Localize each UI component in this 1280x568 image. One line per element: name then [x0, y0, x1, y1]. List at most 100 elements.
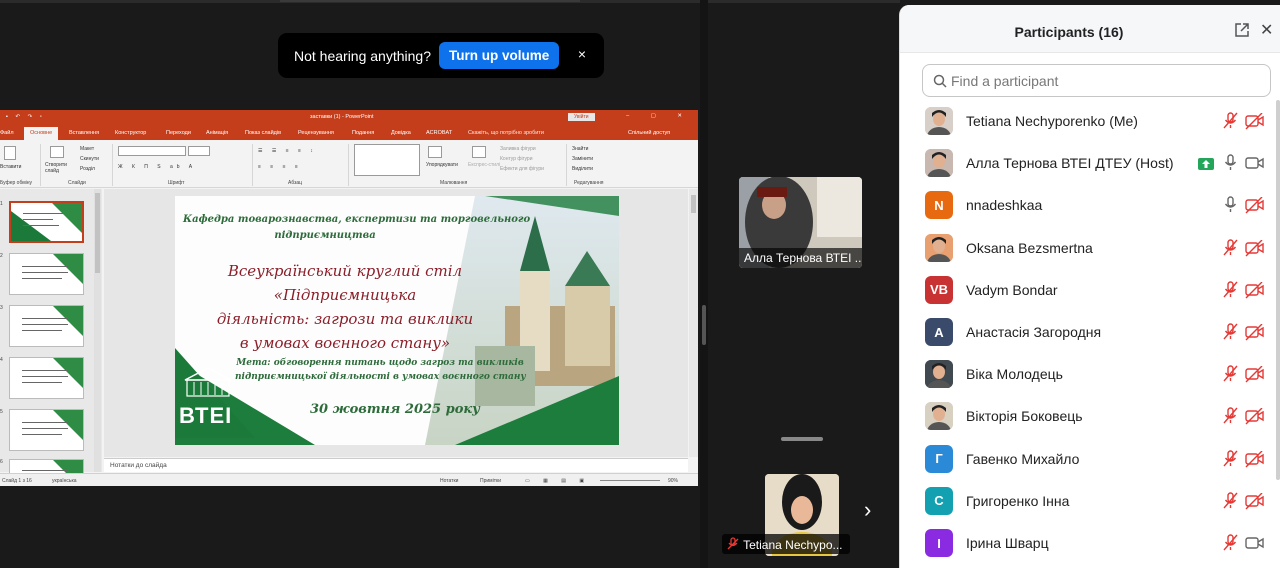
camera-off-icon[interactable] [1245, 239, 1264, 262]
slide-thumbnail-4[interactable] [9, 357, 84, 399]
participant-row[interactable]: Вікторія Боковець [900, 395, 1276, 437]
participant-row[interactable]: Віка Молодець [900, 353, 1276, 395]
slide-dept-line-1: Кафедра товарознавства, експертизи та то… [183, 214, 531, 225]
slide-title-line-4: в умовах воєнного стану» [239, 334, 451, 352]
menu-transitions[interactable]: Переходи [166, 130, 191, 136]
participant-search[interactable] [922, 64, 1271, 97]
participant-name: Ірина Шварц [966, 535, 1049, 551]
paragraph-icons[interactable]: ☰ ☰ ≡ ≡ ↕ [258, 148, 317, 154]
video-tile-host[interactable]: Алла Тернова ВТЕІ ... [739, 177, 862, 268]
camera-off-icon[interactable] [1245, 196, 1264, 219]
slide-scrollbar[interactable] [689, 189, 698, 457]
slide-thumbnail-3[interactable] [9, 305, 84, 347]
mic-icon[interactable] [1222, 154, 1240, 177]
search-input[interactable] [951, 72, 1251, 90]
camera-off-icon[interactable] [1245, 407, 1264, 430]
camera-off-icon[interactable] [1245, 112, 1264, 135]
align-icons[interactable]: ≡ ≡ ≡ ≡ [258, 164, 302, 170]
comments-toggle[interactable]: Примітки [480, 478, 501, 484]
font-format-icons[interactable]: Ж К П S ab A [118, 164, 196, 170]
participant-row[interactable]: VB Vadym Bondar [900, 269, 1276, 311]
menu-insert[interactable]: Вставлення [69, 130, 99, 136]
camera-off-icon[interactable] [1245, 281, 1264, 304]
menu-acrobat[interactable]: ACROBAT [426, 130, 452, 136]
share-button[interactable]: Спільний доступ [628, 130, 670, 136]
participant-row[interactable]: Алла Тернова ВТЕІ ДТЕУ (Host) [900, 142, 1276, 184]
camera-icon[interactable] [1245, 155, 1264, 177]
current-slide[interactable]: ВТЕІ Кафедра товарознавства, експертизи … [175, 196, 619, 445]
window-controls-icon[interactable]: – ▢ ✕ [626, 113, 692, 119]
menu-animations[interactable]: Анімація [206, 130, 228, 136]
pop-out-icon[interactable] [1234, 22, 1250, 38]
slide-title-line-1: Всеукраїнський круглий стіл [227, 262, 463, 280]
participants-scrollbar[interactable] [1276, 100, 1280, 480]
camera-icon[interactable] [1245, 535, 1264, 557]
menu-slideshow[interactable]: Показ слайдів [245, 130, 281, 136]
close-panel-icon[interactable]: ✕ [1260, 20, 1273, 40]
font-family-select[interactable] [118, 146, 186, 156]
menu-design[interactable]: Конструктор [115, 130, 146, 136]
turn-up-volume-button[interactable]: Turn up volume [439, 42, 560, 69]
menu-view[interactable]: Подання [352, 130, 374, 136]
view-mode-icons[interactable]: ▭ ▦ ▤ ▣ [525, 478, 590, 484]
paste-icon[interactable] [4, 146, 16, 160]
layout-button[interactable]: Макет [80, 146, 94, 152]
replace-button[interactable]: Замінити [572, 156, 593, 162]
slide-thumbnail-2[interactable] [9, 253, 84, 295]
menu-home[interactable]: Основне [24, 127, 59, 140]
participant-row[interactable]: A Анастасія Загородня [900, 311, 1276, 353]
reset-button[interactable]: Скинути [80, 156, 99, 162]
notes-toggle[interactable]: Нотатки [440, 478, 458, 484]
mic-muted-icon[interactable] [1222, 407, 1240, 430]
camera-off-icon[interactable] [1245, 450, 1264, 473]
shapes-gallery-icon[interactable] [354, 144, 420, 176]
mic-muted-icon[interactable] [1222, 365, 1240, 388]
panel-divider[interactable] [700, 0, 708, 568]
mic-muted-icon[interactable] [1222, 492, 1240, 515]
new-slide-icon[interactable] [50, 146, 64, 158]
participant-row[interactable]: І Ірина Шварц [900, 522, 1276, 564]
camera-off-icon[interactable] [1245, 323, 1264, 346]
slide-notes[interactable]: Нотатки до слайда [104, 458, 688, 472]
slide-thumbnails-pane: 1 2 3 4 5 6 [0, 189, 102, 486]
camera-off-icon[interactable] [1245, 365, 1264, 388]
zoom-level[interactable]: 90% [668, 478, 678, 484]
sign-in-button[interactable]: Увійти [568, 113, 595, 121]
find-button[interactable]: Знайти [572, 146, 588, 152]
gallery-next-icon[interactable]: › [864, 497, 871, 523]
font-size-select[interactable] [188, 146, 210, 156]
mic-muted-icon[interactable] [1222, 281, 1240, 304]
thumbnails-scrollbar[interactable] [94, 189, 101, 472]
participant-row[interactable]: Nnnadeshkaa [900, 184, 1276, 226]
mic-icon[interactable] [1222, 196, 1240, 219]
select-button[interactable]: Виділити [572, 166, 593, 172]
divider-handle[interactable] [702, 305, 706, 345]
mic-muted-icon[interactable] [1222, 238, 1240, 262]
mic-muted-icon[interactable] [1222, 323, 1240, 346]
mic-muted-icon[interactable] [1222, 534, 1240, 557]
close-icon[interactable]: × [578, 46, 586, 62]
menu-review[interactable]: Рецензування [298, 130, 334, 136]
menu-file[interactable]: Файл [0, 130, 14, 136]
participant-row[interactable]: Oksana Bezsmertna [900, 227, 1276, 269]
shape-fill-button[interactable]: Заливка фігури [500, 146, 536, 152]
participant-row[interactable]: Tetiana Nechyporenko (Me) [900, 100, 1276, 142]
quick-styles-icon[interactable] [472, 146, 486, 158]
camera-off-icon[interactable] [1245, 492, 1264, 515]
avatar-photo [925, 107, 953, 135]
arrange-icon[interactable] [428, 146, 442, 158]
menu-help[interactable]: Довідка [391, 130, 411, 136]
participant-name: Алла Тернова ВТЕІ ДТЕУ (Host) [966, 155, 1174, 172]
tell-me-search[interactable]: Скажіть, що потрібно зробити [468, 130, 544, 136]
gallery-page-indicator[interactable] [781, 437, 823, 441]
mic-muted-icon[interactable] [1222, 449, 1240, 473]
participant-row[interactable]: С Григоренко Інна [900, 480, 1276, 522]
participant-row[interactable]: Г Гавенко Михайло [900, 438, 1276, 480]
shape-effects-button[interactable]: Ефекти для фігури [500, 166, 544, 172]
mic-muted-icon[interactable] [1222, 112, 1240, 135]
slide-thumbnail-1[interactable] [9, 201, 84, 243]
zoom-slider[interactable] [600, 480, 660, 481]
shape-outline-button[interactable]: Контур фігури [500, 156, 532, 162]
slide-thumbnail-5[interactable] [9, 409, 84, 451]
section-button[interactable]: Розділ [80, 166, 95, 172]
